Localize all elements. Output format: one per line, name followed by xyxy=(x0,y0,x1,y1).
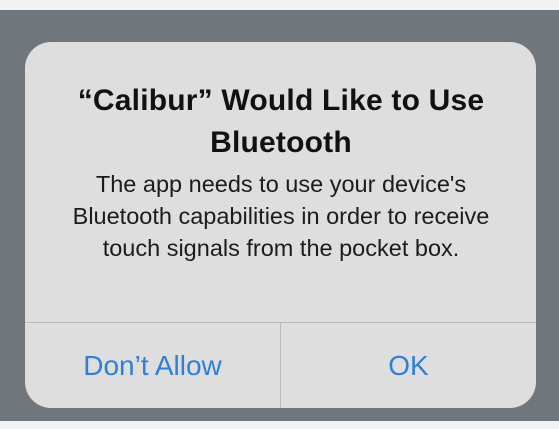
bottom-edge xyxy=(0,421,559,429)
alert-message: The app needs to use your device's Bluet… xyxy=(72,171,490,261)
bluetooth-permission-alert: “Calibur” Would Like to Use Bluetooth Th… xyxy=(25,42,536,408)
dont-allow-button[interactable]: Don’t Allow xyxy=(25,323,280,408)
ok-button[interactable]: OK xyxy=(281,323,536,408)
top-edge xyxy=(0,0,559,10)
alert-title: “Calibur” Would Like to Use Bluetooth xyxy=(77,84,485,159)
